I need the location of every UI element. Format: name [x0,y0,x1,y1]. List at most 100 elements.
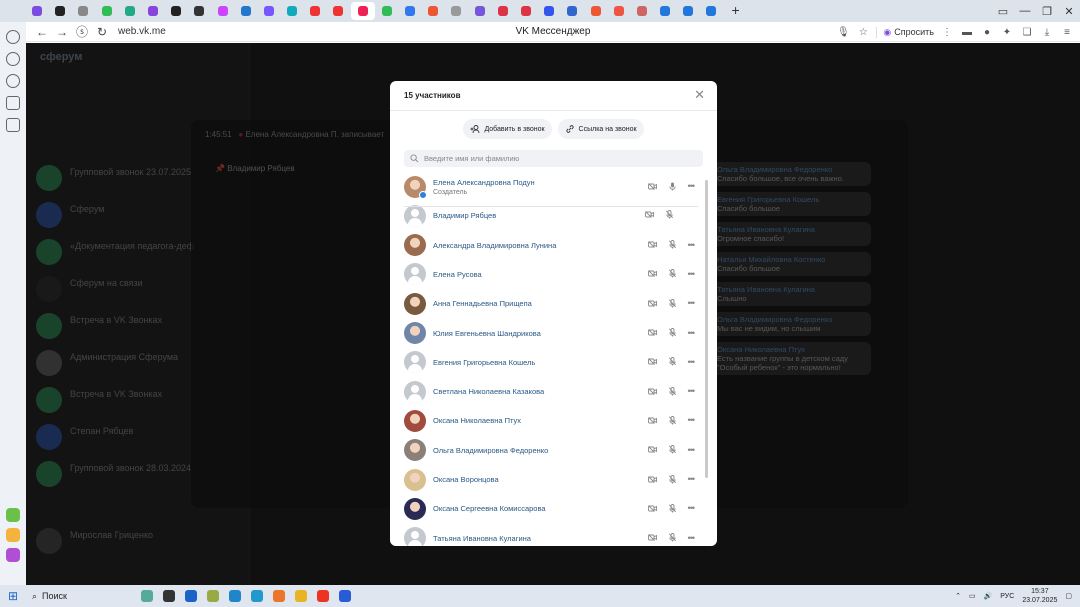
mic-toggle[interactable] [668,357,676,366]
browser-tab[interactable] [376,2,398,20]
mic-toggle[interactable] [668,269,676,278]
participant-row[interactable]: Светлана Николаевна Казакова ••• [404,378,700,405]
more-options-icon[interactable]: ••• [688,445,696,455]
browser-tab[interactable] [515,2,537,20]
app-icon-yellow[interactable] [6,528,20,542]
screenshot-icon[interactable] [6,96,20,110]
participant-name[interactable]: Оксана Сергеевна Комиссарова [433,504,546,513]
camera-toggle[interactable] [647,241,657,248]
more-options-icon[interactable]: ••• [688,533,696,543]
mic-toggle[interactable] [668,533,676,542]
more-options-icon[interactable]: ••• [688,386,696,396]
browser-tab[interactable] [96,2,118,20]
notification-icon[interactable]: ▢ [1065,592,1072,600]
camera-toggle[interactable] [647,417,657,424]
mic-toggle[interactable] [668,328,676,337]
participant-row[interactable]: Оксана Воронцова ••• [404,466,700,493]
browser-tab[interactable] [188,2,210,20]
taskbar-app-icon[interactable] [312,587,334,605]
participant-list-scrollbar[interactable] [705,180,708,478]
close-icon[interactable]: ✕ [694,88,705,101]
browser-tab[interactable] [469,2,491,20]
forward-button[interactable]: → [52,25,72,39]
participant-row[interactable]: Евгения Григорьевна Кошель ••• [404,349,700,376]
maximize-button[interactable]: ❐ [1036,5,1058,18]
participant-name[interactable]: Владимир Рябцев [433,211,496,220]
new-tab-button[interactable]: + [728,3,744,19]
browser-tab[interactable] [585,2,607,20]
more-icon[interactable]: ⋮ [940,27,954,38]
more-options-icon[interactable]: ••• [688,357,696,367]
extension-icon-2[interactable]: ● [980,27,994,38]
browser-tab[interactable] [72,2,94,20]
camera-toggle[interactable] [647,358,657,366]
browser-tab[interactable] [700,2,722,20]
more-options-icon[interactable]: ••• [688,328,696,338]
camera-toggle[interactable] [647,270,657,278]
camera-toggle[interactable] [647,475,657,483]
start-button[interactable]: ⊞ [0,589,26,603]
copy-icon[interactable]: ❏ [1020,27,1034,38]
protect-icon[interactable]: ⓢ [72,23,92,40]
extension-icon[interactable]: ▬ [960,27,974,38]
participant-name[interactable]: Оксана Воронцова [433,475,499,484]
participant-row[interactable]: Оксана Сергеевна Комиссарова ••• [404,495,700,522]
taskbar-app-icon[interactable] [246,587,268,605]
camera-toggle[interactable] [647,387,657,395]
taskbar-app-icon[interactable] [268,587,290,605]
close-window-button[interactable]: ✕ [1058,5,1080,18]
participant-name[interactable]: Юлия Евгеньевна Шандрикова [433,329,541,338]
address-bar[interactable]: web.vk.me [118,26,166,37]
more-options-icon[interactable]: ••• [688,474,696,484]
participant-row[interactable]: Юлия Евгеньевна Шандрикова ••• [404,320,700,347]
browser-tab[interactable] [212,2,234,20]
network-icon[interactable]: ▭ [969,592,976,600]
browser-tab[interactable] [631,2,653,20]
app-icon-purple[interactable] [6,548,20,562]
reload-button[interactable]: ↻ [92,25,112,39]
browser-tab[interactable] [422,2,444,20]
mic-toggle[interactable] [668,503,676,513]
participant-name[interactable]: Елена Александровна Подун [433,178,535,187]
mic-toggle[interactable] [668,415,676,425]
browser-tab[interactable] [165,2,187,20]
camera-toggle[interactable] [647,182,657,190]
camera-toggle[interactable] [647,329,657,336]
participant-row[interactable]: Ольга Владимировна Федоренко ••• [404,437,700,464]
browser-tab[interactable] [327,2,349,20]
taskbar-search[interactable]: ⌕ Поиск [26,587,136,605]
more-options-icon[interactable]: ••• [688,240,696,250]
mic-toggle[interactable] [668,445,676,454]
download-icon[interactable]: ⤓ [1040,27,1054,38]
camera-toggle[interactable] [647,299,657,307]
participant-row[interactable]: Оксана Николаевна Птух ••• [404,407,700,434]
bookmark-icon[interactable]: ☆ [856,27,870,38]
participant-name[interactable]: Анна Геннадьевна Прищепа [433,299,532,308]
participant-row[interactable]: Елена Русова ••• [404,261,700,288]
participant-row[interactable]: Александра Владимировна Лунина ••• [404,232,700,259]
browser-tab[interactable] [258,2,280,20]
ask-alice-button[interactable]: ◉ Спросить [876,26,934,38]
browser-tab[interactable] [608,2,630,20]
tray-up-icon[interactable]: ⌃ [955,592,961,600]
participant-name[interactable]: Евгения Григорьевна Кошель [433,358,535,367]
participant-row[interactable]: Елена Александровна Подун Создатель ••• [404,175,700,200]
taskbar-app-icon[interactable] [202,587,224,605]
more-options-icon[interactable]: ••• [688,415,696,425]
participant-name[interactable]: Светлана Николаевна Казакова [433,387,544,396]
participant-name[interactable]: Александра Владимировна Лунина [433,241,556,250]
mic-icon[interactable]: 🎙 [836,27,850,38]
call-link-button[interactable]: Ссылка на звонок [557,119,644,139]
more-options-icon[interactable]: ••• [688,298,696,308]
taskbar-app-icon[interactable] [180,587,202,605]
browser-tab[interactable] [304,2,326,20]
play-icon[interactable] [6,52,20,66]
mic-toggle[interactable] [668,298,676,308]
browser-tab[interactable] [49,2,71,20]
browser-tab[interactable] [445,2,467,20]
browser-tab[interactable] [119,2,141,20]
language-indicator[interactable]: РУС [1000,593,1014,600]
calendar-icon[interactable] [6,118,20,132]
browser-tab[interactable] [677,2,699,20]
app-icon-green[interactable] [6,508,20,522]
